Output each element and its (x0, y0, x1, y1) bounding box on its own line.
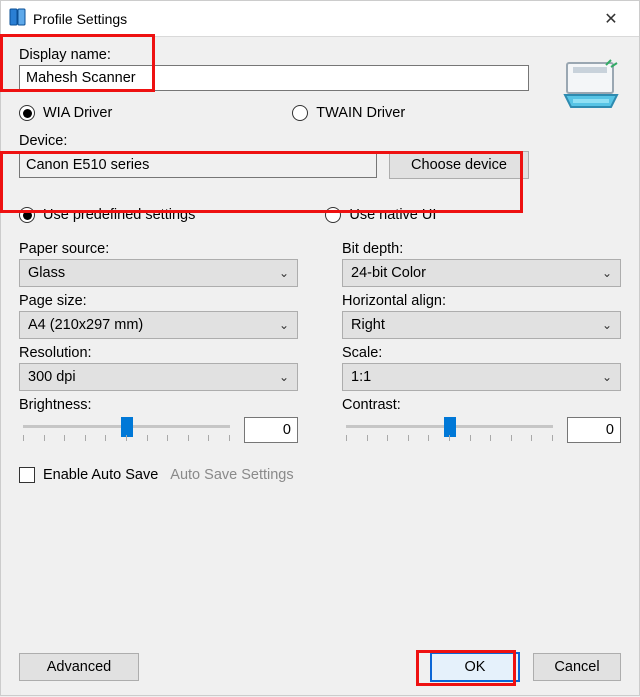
chevron-down-icon: ⌄ (602, 370, 612, 384)
checkbox-box-icon (19, 467, 35, 483)
display-name-input[interactable] (19, 65, 529, 91)
horizontal-align-value: Right (351, 317, 385, 333)
bit-depth-label: Bit depth: (342, 241, 621, 257)
chevron-down-icon: ⌄ (279, 266, 289, 280)
horizontal-align-label: Horizontal align: (342, 293, 621, 309)
app-icon (9, 8, 27, 30)
horizontal-align-select[interactable]: Right ⌄ (342, 311, 621, 339)
scale-label: Scale: (342, 345, 621, 361)
device-label: Device: (19, 133, 529, 149)
radio-dot-icon (325, 207, 341, 223)
chevron-down-icon: ⌄ (602, 318, 612, 332)
page-size-value: A4 (210x297 mm) (28, 317, 143, 333)
chevron-down-icon: ⌄ (279, 318, 289, 332)
page-size-label: Page size: (19, 293, 298, 309)
twain-driver-label: TWAIN Driver (316, 105, 405, 121)
radio-dot-icon (19, 105, 35, 121)
scanner-icon (561, 55, 621, 115)
window-title: Profile Settings (27, 11, 589, 27)
radio-dot-icon (19, 207, 35, 223)
page-size-select[interactable]: A4 (210x297 mm) ⌄ (19, 311, 298, 339)
contrast-value-input[interactable] (567, 417, 621, 443)
enable-auto-save-checkbox[interactable]: Enable Auto Save (19, 467, 158, 483)
choose-device-button[interactable]: Choose device (389, 151, 529, 179)
resolution-label: Resolution: (19, 345, 298, 361)
device-field: Canon E510 series (19, 152, 377, 178)
slider-thumb[interactable] (444, 417, 456, 437)
bit-depth-select[interactable]: 24-bit Color ⌄ (342, 259, 621, 287)
enable-auto-save-label: Enable Auto Save (43, 467, 158, 483)
close-button[interactable]: ✕ (589, 5, 633, 33)
twain-driver-radio[interactable]: TWAIN Driver (292, 105, 405, 121)
scale-select[interactable]: 1:1 ⌄ (342, 363, 621, 391)
resolution-value: 300 dpi (28, 369, 76, 385)
cancel-button[interactable]: Cancel (533, 653, 621, 681)
use-native-ui-radio[interactable]: Use native UI (325, 207, 436, 223)
slider-ticks (23, 435, 230, 441)
contrast-slider[interactable] (342, 415, 557, 445)
wia-driver-label: WIA Driver (43, 105, 112, 121)
paper-source-value: Glass (28, 265, 65, 281)
slider-thumb[interactable] (121, 417, 133, 437)
slider-ticks (346, 435, 553, 441)
chevron-down-icon: ⌄ (279, 370, 289, 384)
display-name-label: Display name: (19, 47, 529, 63)
ok-button[interactable]: OK (431, 653, 519, 681)
radio-dot-icon (292, 105, 308, 121)
device-value: Canon E510 series (26, 157, 149, 173)
use-predefined-settings-label: Use predefined settings (43, 207, 195, 223)
use-native-ui-label: Use native UI (349, 207, 436, 223)
brightness-label: Brightness: (19, 397, 298, 413)
advanced-button[interactable]: Advanced (19, 653, 139, 681)
close-icon: ✕ (604, 9, 617, 29)
contrast-label: Contrast: (342, 397, 621, 413)
brightness-value-input[interactable] (244, 417, 298, 443)
bit-depth-value: 24-bit Color (351, 265, 426, 281)
paper-source-label: Paper source: (19, 241, 298, 257)
title-bar: Profile Settings ✕ (1, 1, 639, 37)
auto-save-settings-link: Auto Save Settings (170, 467, 293, 483)
brightness-slider[interactable] (19, 415, 234, 445)
paper-source-select[interactable]: Glass ⌄ (19, 259, 298, 287)
scale-value: 1:1 (351, 369, 371, 385)
resolution-select[interactable]: 300 dpi ⌄ (19, 363, 298, 391)
chevron-down-icon: ⌄ (602, 266, 612, 280)
wia-driver-radio[interactable]: WIA Driver (19, 105, 112, 121)
use-predefined-settings-radio[interactable]: Use predefined settings (19, 207, 195, 223)
